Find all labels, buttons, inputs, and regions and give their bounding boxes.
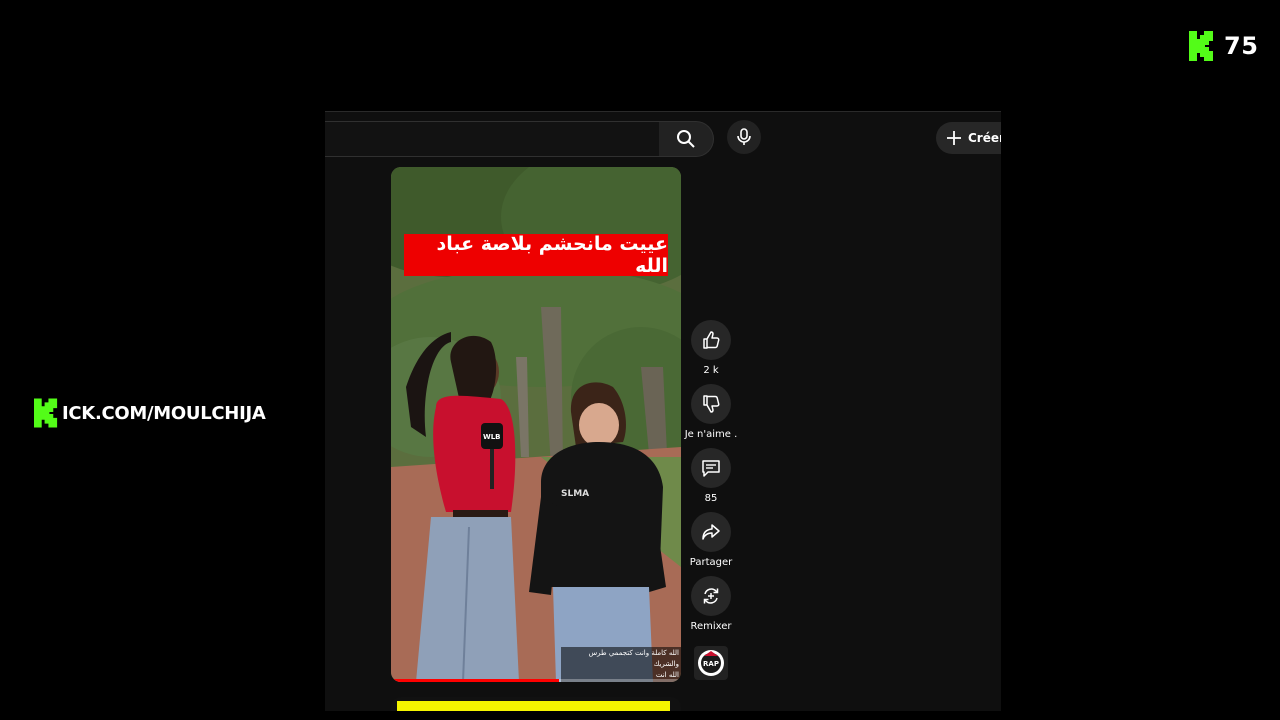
create-label: Créer bbox=[968, 131, 1001, 145]
like-button[interactable] bbox=[691, 320, 731, 360]
comments-count: 85 bbox=[704, 493, 718, 504]
video-progress-bar[interactable] bbox=[391, 679, 681, 682]
create-button[interactable]: Créer bbox=[936, 122, 1001, 154]
kick-logo-icon bbox=[34, 398, 58, 428]
search-button[interactable] bbox=[659, 121, 714, 157]
viewer-counter: 75 bbox=[1189, 30, 1258, 62]
caption-line-1: الله كاملة وانت كتجممي طرس والشريك bbox=[588, 649, 679, 668]
channel-badge-text: RAP bbox=[703, 660, 719, 668]
video-progress-fill bbox=[391, 679, 560, 682]
hoodie-print: SLMA bbox=[561, 489, 589, 499]
mic-logo-text: WLB bbox=[483, 433, 501, 441]
voice-search-button[interactable] bbox=[727, 120, 761, 154]
kick-channel-url: ICK.COM/MOULCHIJA bbox=[34, 398, 266, 428]
viewer-count: 75 bbox=[1224, 32, 1259, 60]
channel-logo-icon: RAP bbox=[698, 650, 724, 676]
shorts-action-rail: 2 k Je n'aime . 85 Partager Remixer RAP bbox=[685, 320, 737, 688]
search-icon bbox=[677, 130, 695, 148]
thumbs-down-icon bbox=[703, 395, 720, 413]
video-caption: الله كاملة وانت كتجممي طرس والشريك الله … bbox=[561, 647, 681, 682]
short-video-player[interactable]: SLMA WLB عييت مانحشم بلاصة عباد الله الل… bbox=[391, 167, 681, 682]
plus-icon bbox=[947, 131, 961, 145]
channel-avatar[interactable]: RAP bbox=[694, 646, 728, 680]
share-arrow-icon bbox=[702, 524, 720, 540]
share-label: Partager bbox=[689, 557, 733, 568]
thumbs-up-icon bbox=[703, 331, 720, 349]
microphone-icon bbox=[737, 128, 751, 145]
dislike-label: Je n'aime . bbox=[684, 429, 738, 440]
youtube-shorts-window: Créer bbox=[325, 111, 1001, 711]
remix-button[interactable] bbox=[691, 576, 731, 616]
next-short-preview[interactable] bbox=[391, 697, 681, 711]
comments-button[interactable] bbox=[691, 448, 731, 488]
dislike-button[interactable] bbox=[691, 384, 731, 424]
comment-icon bbox=[702, 460, 720, 477]
remix-icon bbox=[703, 588, 719, 604]
kick-url-text: ICK.COM/MOULCHIJA bbox=[62, 402, 266, 424]
remix-label: Remixer bbox=[690, 621, 732, 632]
search-input[interactable] bbox=[325, 121, 660, 157]
share-button[interactable] bbox=[691, 512, 731, 552]
like-count: 2 k bbox=[703, 365, 719, 376]
kick-logo-icon bbox=[1189, 31, 1213, 61]
video-title-overlay: عييت مانحشم بلاصة عباد الله bbox=[404, 233, 668, 277]
next-short-banner bbox=[397, 701, 670, 711]
